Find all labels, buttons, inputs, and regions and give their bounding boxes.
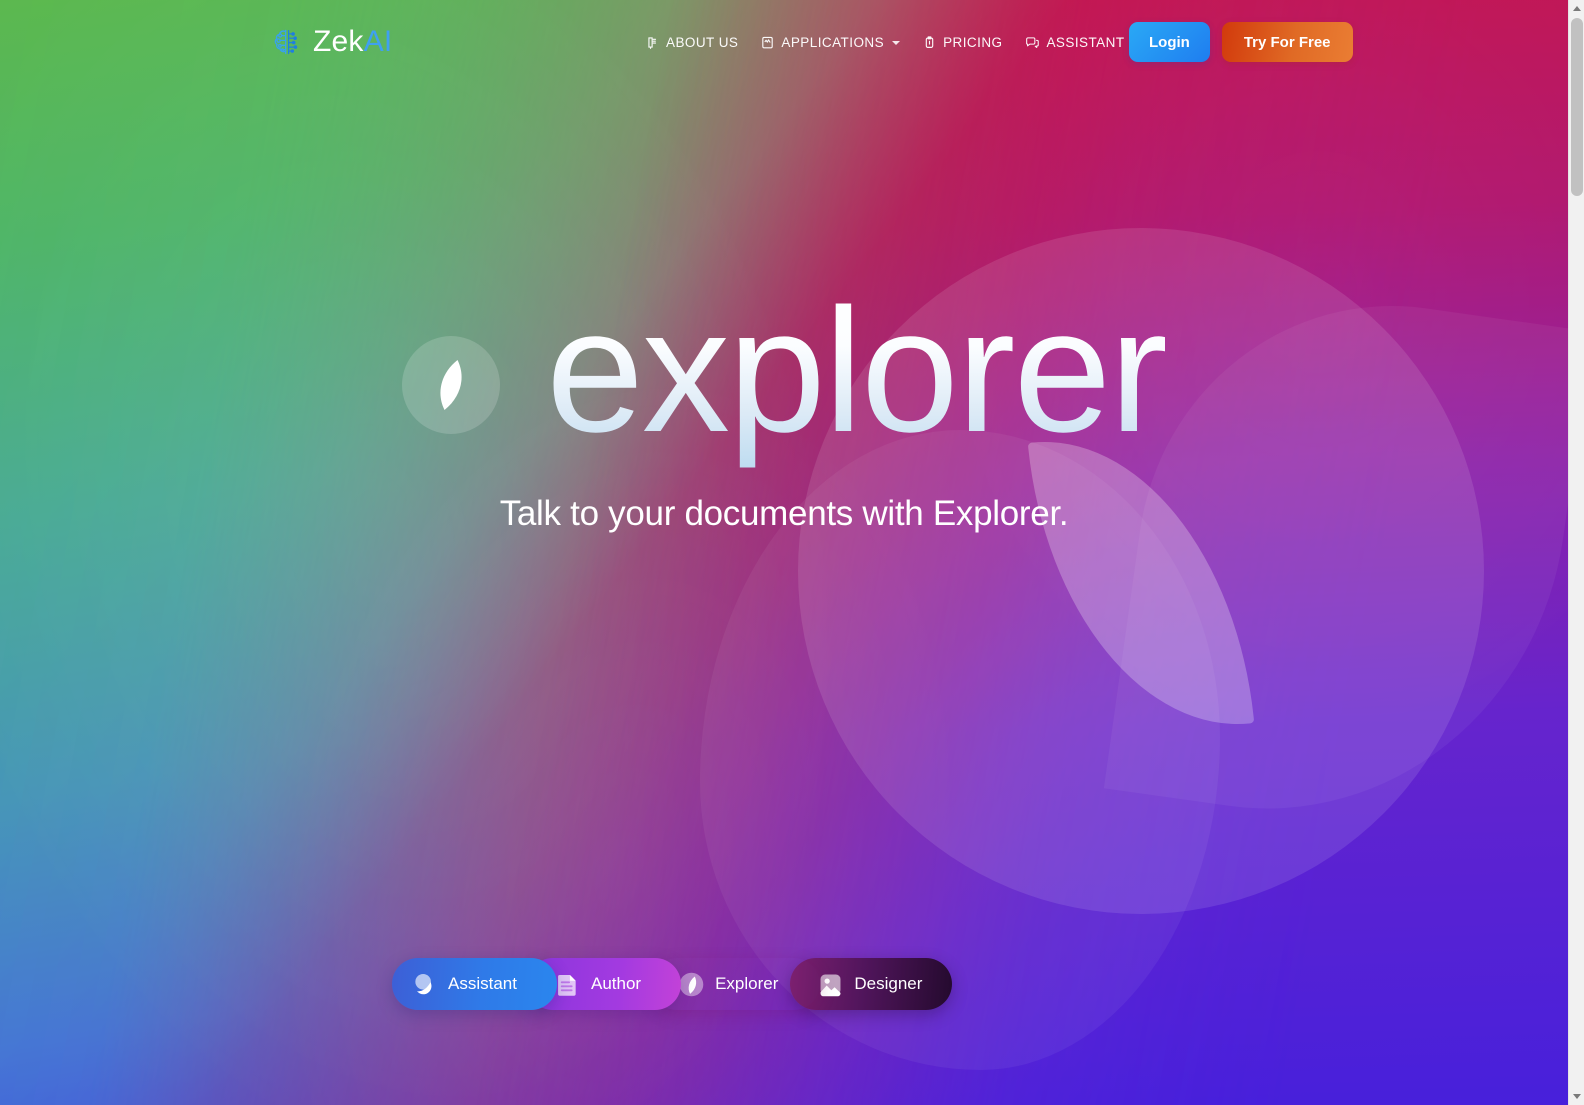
app-switcher-label: Designer xyxy=(854,974,923,993)
nav-label: ASSISTANT xyxy=(1046,34,1125,50)
nav-item-assistant[interactable]: ASSISTANT xyxy=(1024,35,1124,50)
try-for-free-button[interactable]: Try For Free xyxy=(1221,22,1353,62)
vertical-scrollbar[interactable] xyxy=(1568,0,1584,1105)
browser-viewport: ZekAI ABOUT US APPLICATIONS PRICING ASSI… xyxy=(0,0,1584,1105)
nav-label: ABOUT US xyxy=(666,34,739,50)
site-header: ZekAI ABOUT US APPLICATIONS PRICING ASSI… xyxy=(0,0,1568,84)
login-button[interactable]: Login xyxy=(1129,22,1210,62)
scroll-down-button[interactable] xyxy=(1569,1088,1584,1105)
nav-label: PRICING xyxy=(943,34,1003,50)
chevron-down-icon xyxy=(892,41,901,45)
image-photo-icon xyxy=(816,970,845,999)
assistant-bubble-icon xyxy=(410,970,439,999)
brand-name: ZekAI xyxy=(313,25,393,58)
grid-window-icon xyxy=(760,35,775,50)
app-switcher-label: Author xyxy=(590,974,642,993)
app-switcher-item-assistant[interactable]: Assistant xyxy=(392,958,557,1010)
app-switcher-label: Explorer xyxy=(715,974,779,993)
header-actions: Login Try For Free xyxy=(1129,22,1353,62)
scrollbar-thumb[interactable] xyxy=(1571,18,1583,196)
nav-label: APPLICATIONS xyxy=(781,34,885,50)
info-badge-icon xyxy=(645,35,660,50)
document-lines-icon xyxy=(553,970,582,999)
app-switcher: Assistant Author Explorer Designer xyxy=(392,958,953,1010)
brand-logo[interactable]: ZekAI xyxy=(270,24,392,60)
nav-item-pricing[interactable]: PRICING xyxy=(922,35,1002,50)
compass-needle-icon xyxy=(677,970,706,999)
brain-circuit-icon xyxy=(270,24,306,60)
caret-down-icon xyxy=(1573,1094,1581,1099)
app-switcher-label: Assistant xyxy=(448,974,517,993)
main-navigation: ABOUT US APPLICATIONS PRICING ASSISTANT xyxy=(645,34,1210,50)
nav-item-about-us[interactable]: ABOUT US xyxy=(645,35,738,50)
caret-up-icon xyxy=(1573,6,1581,11)
price-tag-icon xyxy=(922,35,937,50)
nav-item-applications[interactable]: APPLICATIONS xyxy=(760,34,901,50)
scroll-up-button[interactable] xyxy=(1569,0,1584,17)
chat-bubble-icon xyxy=(1024,35,1040,50)
page-root: ZekAI ABOUT US APPLICATIONS PRICING ASSI… xyxy=(0,0,1568,1105)
